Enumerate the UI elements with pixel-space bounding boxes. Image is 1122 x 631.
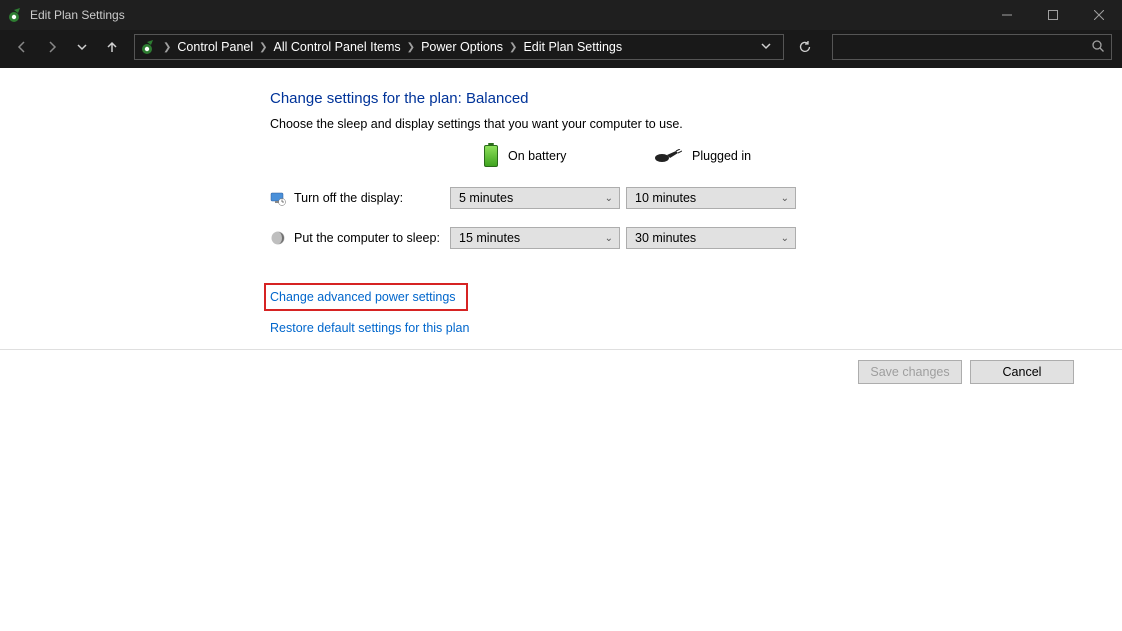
chevron-right-icon[interactable]: ❯ bbox=[405, 42, 417, 53]
display-timeout-battery-select[interactable]: 5 minutes ⌄ bbox=[450, 187, 620, 209]
display-icon bbox=[270, 190, 286, 206]
app-icon bbox=[8, 7, 24, 23]
combo-value: 30 minutes bbox=[635, 231, 781, 245]
links-section: Change advanced power settings Restore d… bbox=[270, 283, 1090, 335]
content-area: Change settings for the plan: Balanced C… bbox=[0, 68, 1122, 631]
footer-bar: Save changes Cancel bbox=[0, 349, 1122, 399]
breadcrumb-item[interactable]: Control Panel bbox=[173, 40, 257, 54]
sleep-timeout-plugged-select[interactable]: 30 minutes ⌄ bbox=[626, 227, 796, 249]
on-battery-header: On battery bbox=[484, 145, 654, 167]
chevron-down-icon: ⌄ bbox=[781, 233, 789, 244]
address-dropdown-button[interactable] bbox=[755, 41, 777, 54]
combo-value: 10 minutes bbox=[635, 191, 781, 205]
breadcrumb-item[interactable]: Edit Plan Settings bbox=[519, 40, 626, 54]
chevron-down-icon: ⌄ bbox=[605, 233, 613, 244]
refresh-button[interactable] bbox=[792, 34, 818, 60]
combo-value: 5 minutes bbox=[459, 191, 605, 205]
page-description: Choose the sleep and display settings th… bbox=[270, 117, 1090, 131]
breadcrumb-item[interactable]: Power Options bbox=[417, 40, 507, 54]
back-button[interactable] bbox=[10, 35, 34, 59]
display-timeout-row: Turn off the display: 5 minutes ⌄ 10 min… bbox=[270, 187, 1090, 209]
address-bar[interactable]: ❯ Control Panel ❯ All Control Panel Item… bbox=[134, 34, 784, 60]
navigation-bar: ❯ Control Panel ❯ All Control Panel Item… bbox=[0, 30, 1122, 68]
address-icon bbox=[141, 39, 157, 55]
sleep-timeout-label: Put the computer to sleep: bbox=[294, 231, 450, 245]
chevron-down-icon: ⌄ bbox=[781, 193, 789, 204]
restore-defaults-link[interactable]: Restore default settings for this plan bbox=[270, 321, 469, 335]
chevron-right-icon[interactable]: ❯ bbox=[507, 42, 519, 53]
chevron-right-icon[interactable]: ❯ bbox=[257, 42, 269, 53]
recent-locations-button[interactable] bbox=[70, 35, 94, 59]
breadcrumb-item[interactable]: All Control Panel Items bbox=[270, 40, 405, 54]
window-title: Edit Plan Settings bbox=[30, 8, 125, 22]
up-button[interactable] bbox=[100, 35, 124, 59]
advanced-power-settings-link[interactable]: Change advanced power settings bbox=[264, 283, 468, 311]
display-timeout-label: Turn off the display: bbox=[294, 191, 450, 205]
minimize-button[interactable] bbox=[984, 0, 1030, 30]
save-button[interactable]: Save changes bbox=[858, 360, 962, 384]
chevron-down-icon: ⌄ bbox=[605, 193, 613, 204]
forward-button[interactable] bbox=[40, 35, 64, 59]
search-icon bbox=[1091, 39, 1105, 56]
maximize-button[interactable] bbox=[1030, 0, 1076, 30]
display-timeout-plugged-select[interactable]: 10 minutes ⌄ bbox=[626, 187, 796, 209]
plugged-in-header: Plugged in bbox=[654, 149, 824, 163]
page-heading: Change settings for the plan: Balanced bbox=[270, 90, 1090, 107]
on-battery-label: On battery bbox=[508, 149, 566, 163]
search-input[interactable] bbox=[832, 34, 1112, 60]
plug-icon bbox=[654, 149, 682, 163]
power-source-header: On battery Plugged in bbox=[270, 145, 1090, 167]
battery-icon bbox=[484, 145, 498, 167]
chevron-right-icon[interactable]: ❯ bbox=[161, 42, 173, 53]
sleep-timeout-battery-select[interactable]: 15 minutes ⌄ bbox=[450, 227, 620, 249]
cancel-button[interactable]: Cancel bbox=[970, 360, 1074, 384]
sleep-icon bbox=[270, 230, 286, 246]
plugged-in-label: Plugged in bbox=[692, 149, 751, 163]
close-button[interactable] bbox=[1076, 0, 1122, 30]
combo-value: 15 minutes bbox=[459, 231, 605, 245]
title-bar: Edit Plan Settings bbox=[0, 0, 1122, 30]
sleep-timeout-row: Put the computer to sleep: 15 minutes ⌄ … bbox=[270, 227, 1090, 249]
